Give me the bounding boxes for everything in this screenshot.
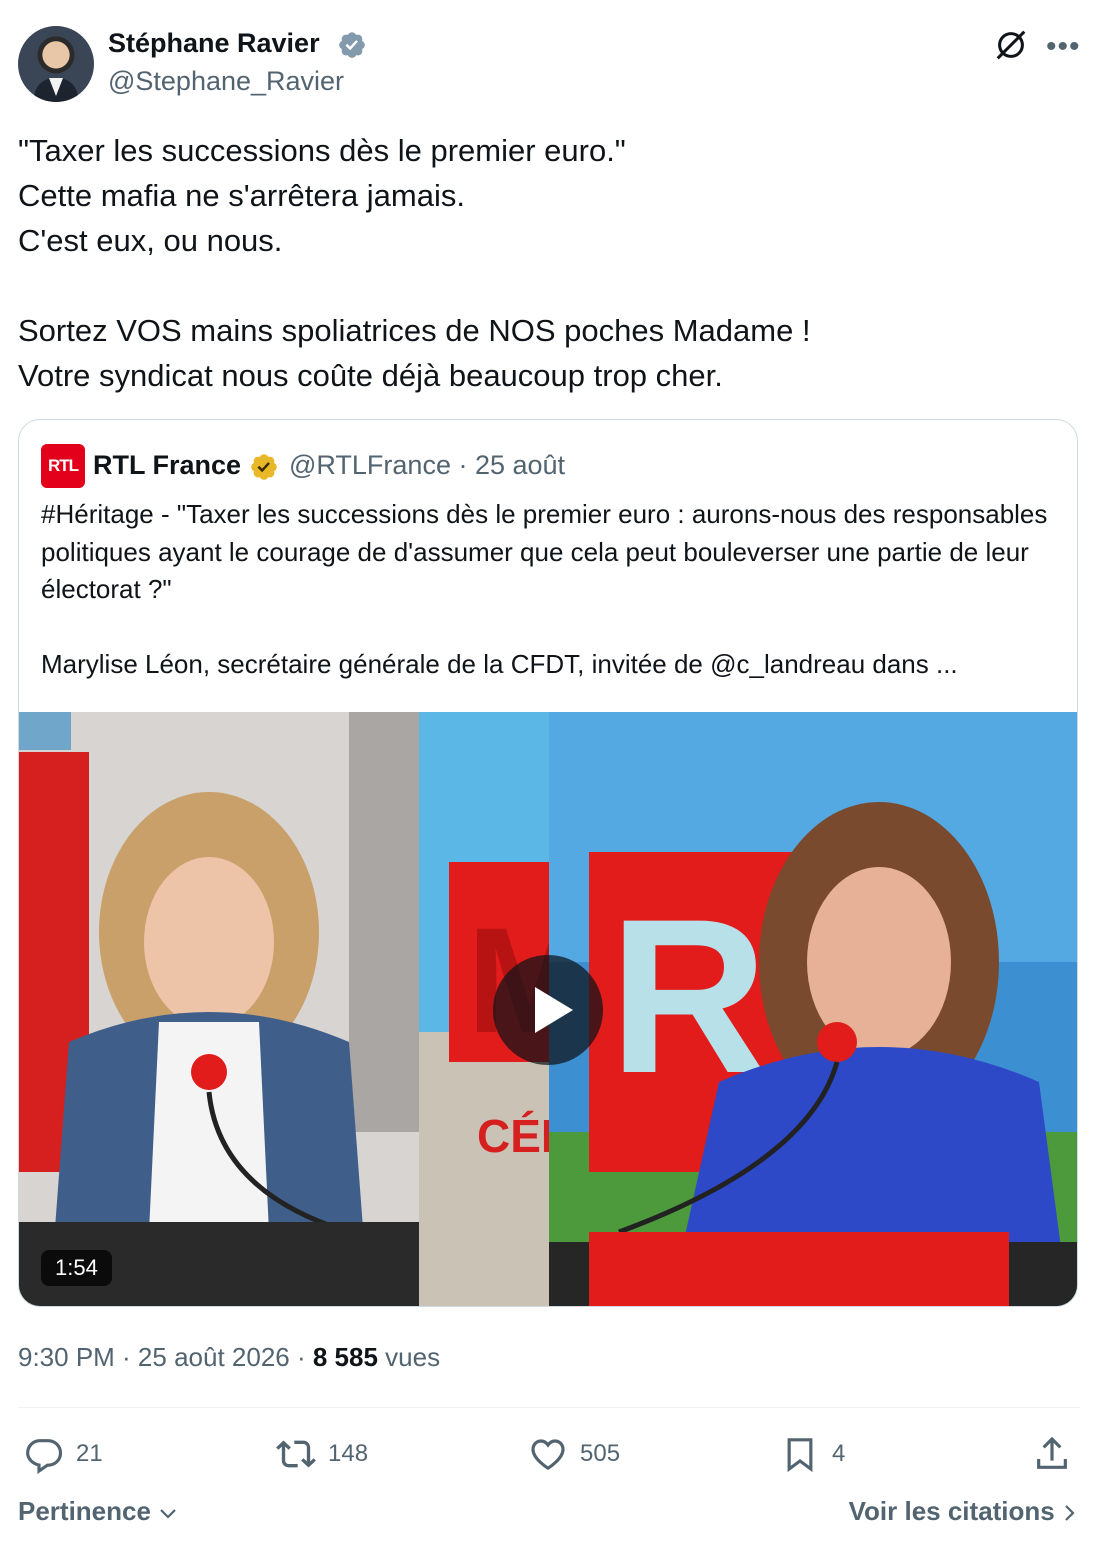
like-count: 505 [580, 1440, 621, 1467]
timestamp[interactable]: 9:30 PM · 25 août 2026 · [18, 1342, 313, 1372]
chevron-down-icon [160, 1509, 176, 1519]
bookmark-icon [787, 1438, 813, 1473]
bookmark-count: 4 [832, 1440, 846, 1467]
reply-count: 21 [76, 1440, 103, 1467]
verified-icon [251, 454, 277, 480]
video-player[interactable]: M CÉLI RT 1:5 [19, 712, 1077, 1306]
rtl-logo: RTL [41, 444, 85, 488]
share-icon [1037, 1436, 1067, 1469]
quoted-text: #Héritage - "Taxer les successions dès l… [41, 499, 1048, 679]
like-button[interactable]: 505 [528, 1430, 620, 1478]
like-icon [531, 1439, 565, 1471]
video-duration: 1:54 [41, 1250, 112, 1286]
view-quotes-label: Voir les citations [848, 1496, 1055, 1526]
views-count: 8 585 [312, 1342, 378, 1372]
repost-button[interactable]: 148 [276, 1430, 368, 1478]
bookmark-button[interactable]: 4 [780, 1430, 845, 1478]
quoted-tweet[interactable]: RTL RTL France @RTLFrance · 25 août #Hér… [18, 419, 1078, 1307]
view-quotes-link[interactable]: Voir les citations [849, 1496, 1076, 1527]
views-label: vues [377, 1342, 441, 1372]
tweet-text: "Taxer les successions dès le premier eu… [18, 133, 811, 393]
reply-icon [26, 1439, 63, 1474]
reply-button[interactable]: 21 [24, 1430, 103, 1478]
author-handle[interactable]: @Stephane_Ravier [108, 66, 344, 97]
author-name[interactable]: Stéphane Ravier [108, 28, 320, 59]
chevron-right-icon [1065, 1505, 1075, 1521]
quoted-author-name[interactable]: RTL France [93, 450, 241, 481]
play-icon[interactable] [493, 955, 603, 1065]
tweet-meta: 9:30 PM · 25 août 2026 · 8 585 vues [18, 1342, 440, 1373]
sort-dropdown[interactable]: Pertinence [18, 1496, 178, 1527]
repost-icon [276, 1440, 316, 1468]
sort-label: Pertinence [18, 1496, 151, 1526]
repost-count: 148 [328, 1440, 369, 1467]
more-icon[interactable]: ••• [1046, 30, 1081, 64]
avatar[interactable] [18, 26, 94, 102]
verified-icon [339, 32, 365, 58]
divider [18, 1407, 1080, 1408]
quoted-handle-date[interactable]: @RTLFrance · 25 août [289, 450, 565, 481]
grok-icon[interactable] [992, 26, 1030, 64]
share-button[interactable] [1032, 1430, 1072, 1478]
